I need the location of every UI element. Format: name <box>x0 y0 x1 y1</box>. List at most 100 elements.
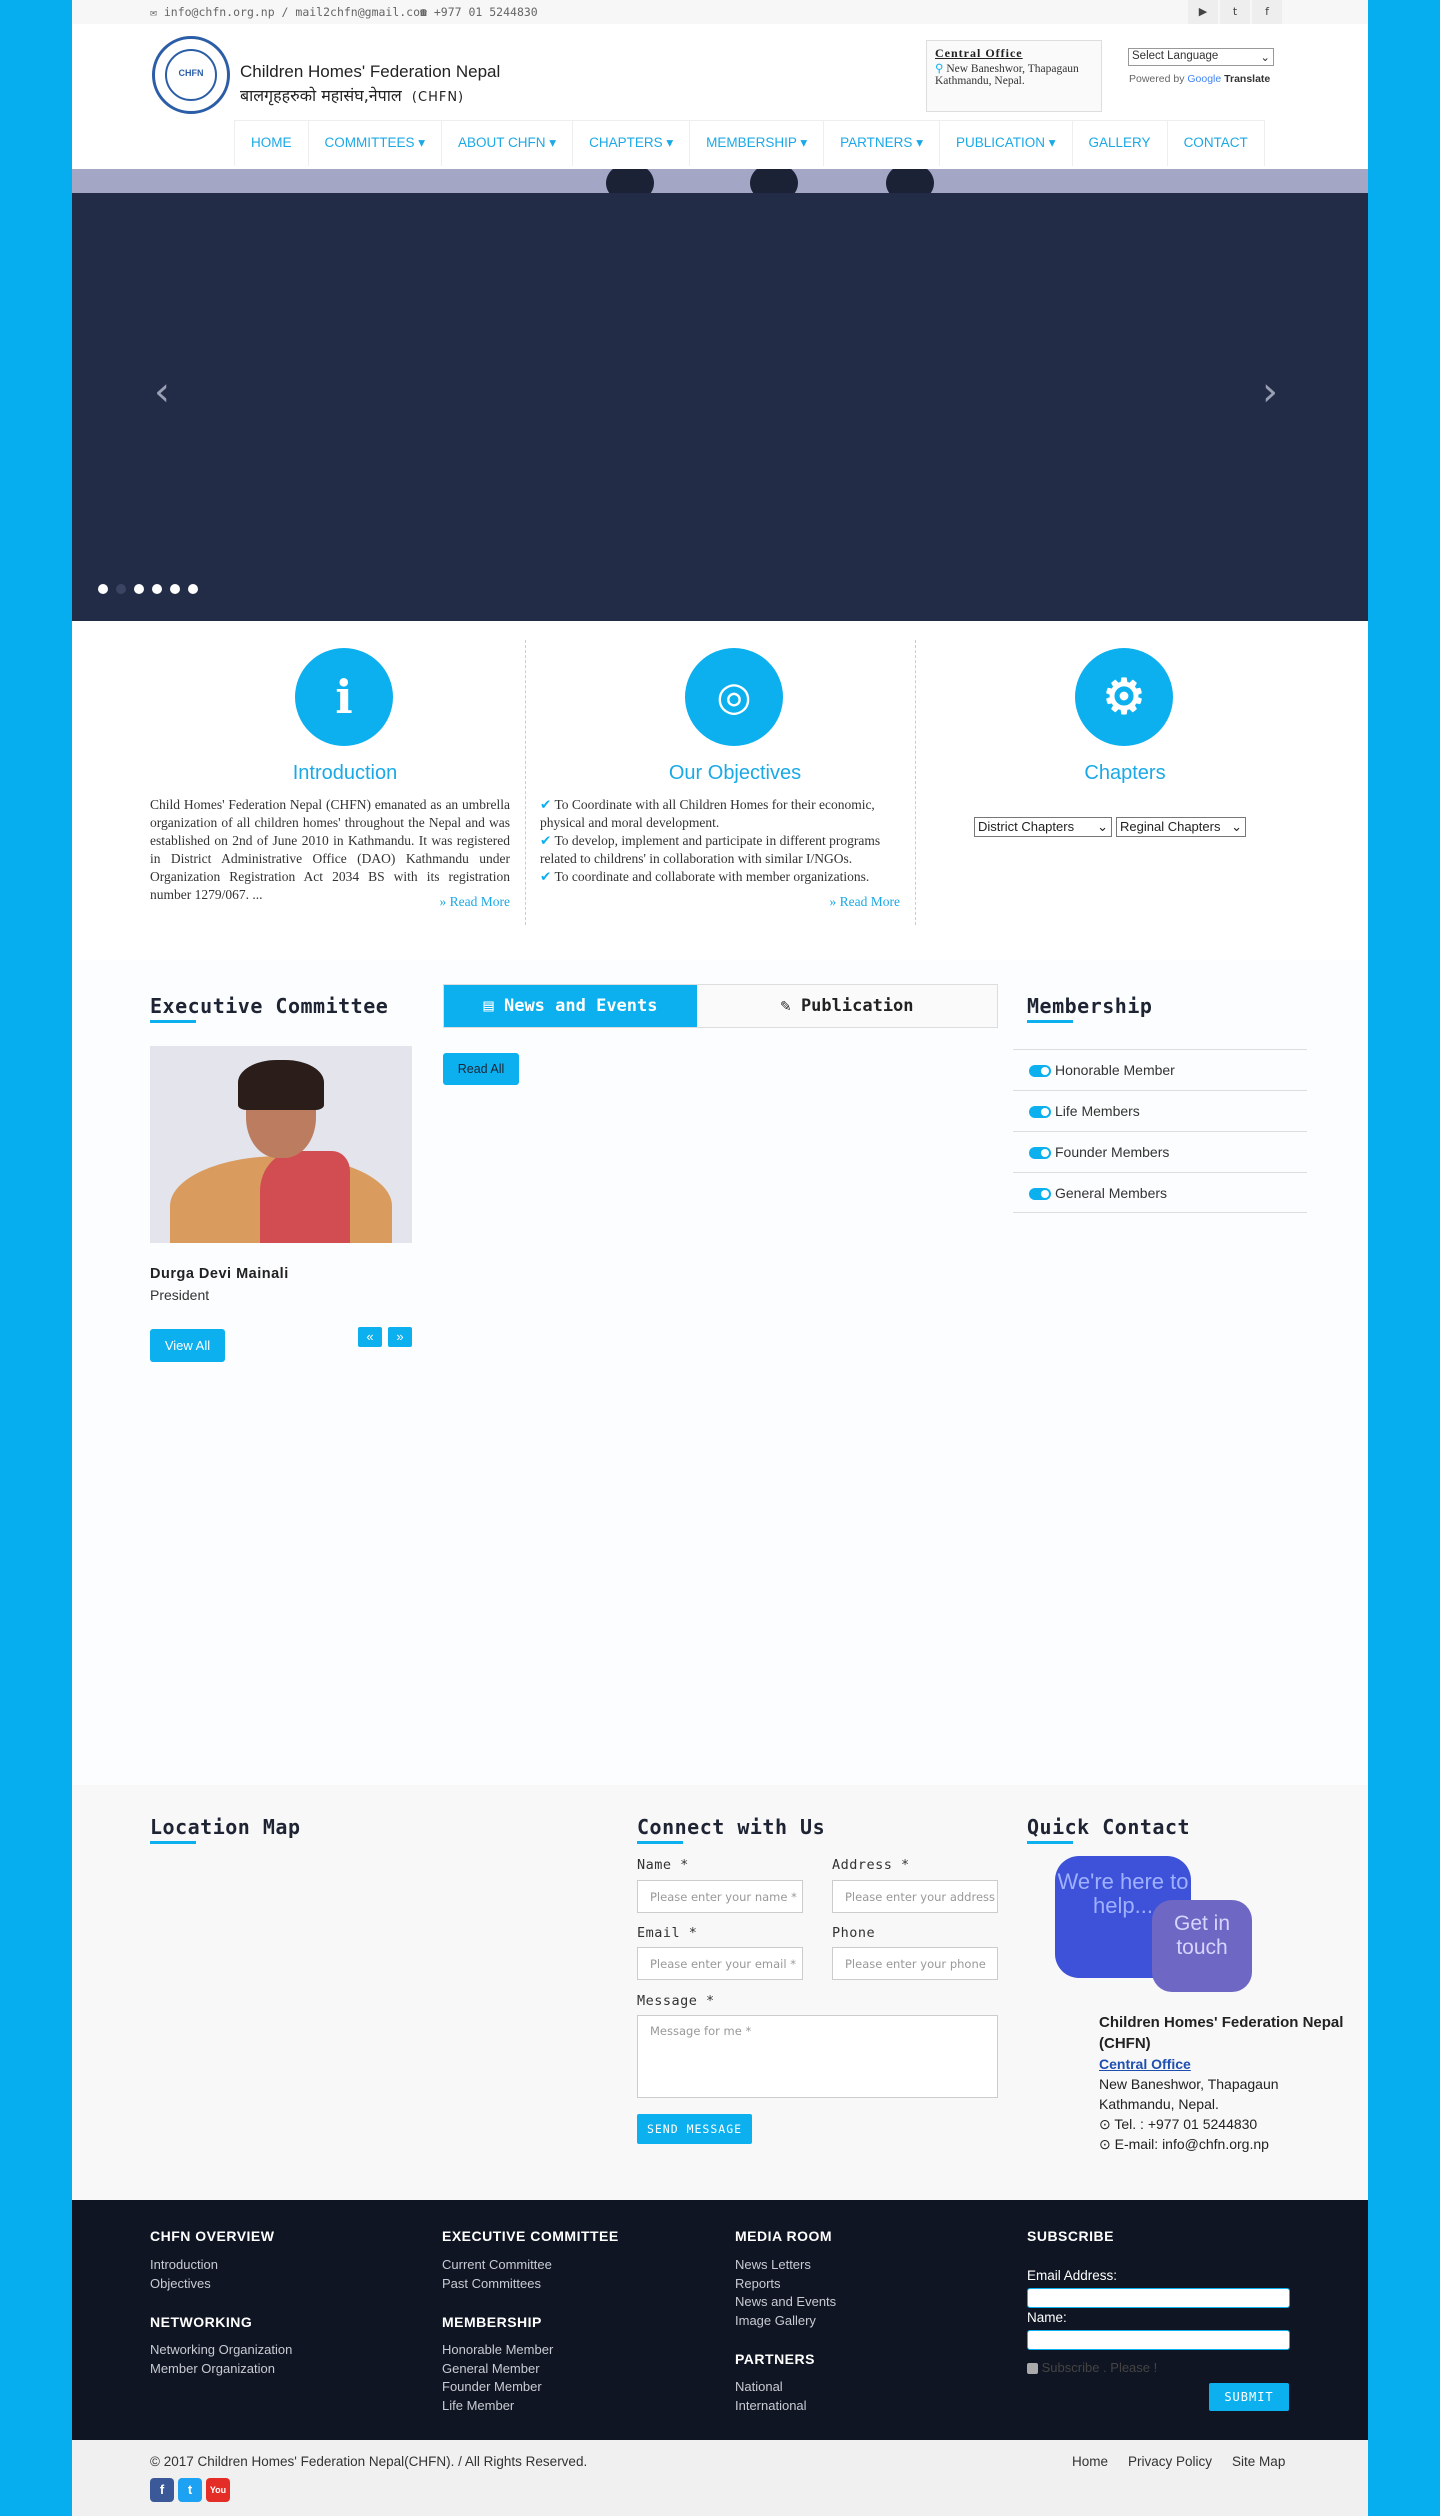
intro-feature: i Introduction Child Homes' Federation N… <box>150 640 540 925</box>
quick-contact-title: Quick Contact <box>1027 1815 1191 1844</box>
regional-chapters-select[interactable]: Reginal Chapters ⌄ <box>1116 817 1246 837</box>
top-phone: ☎ +977 01 5244830 <box>420 5 538 19</box>
intro-read-more[interactable]: » Read More <box>150 894 510 910</box>
footer-link[interactable]: News Letters <box>735 2256 836 2275</box>
language-select-label: Select Language <box>1132 50 1219 62</box>
slider-dot[interactable] <box>98 584 108 594</box>
footer-exec-title: EXECUTIVE COMMITTEE <box>442 2228 619 2244</box>
chapters-title: Chapters <box>1084 762 1166 784</box>
qc-email[interactable]: ⊙ E-mail: info@chfn.org.np <box>1099 2134 1369 2154</box>
name-input[interactable]: Please enter your name * <box>637 1880 803 1913</box>
footer-link[interactable]: Honorable Member <box>442 2341 553 2360</box>
slider-dot[interactable] <box>188 584 198 594</box>
slider-prev-arrow[interactable]: ‹ <box>154 369 170 415</box>
google-logo: Google <box>1187 73 1222 85</box>
intro-title: Introduction <box>292 762 398 784</box>
read-all-button[interactable]: Read All <box>443 1053 519 1085</box>
footer-link[interactable]: Founder Member <box>442 2378 553 2397</box>
nav-about[interactable]: ABOUT CHFN ▾ <box>442 121 574 166</box>
office-line2: Kathmandu, Nepal. <box>935 75 1025 87</box>
member-name: Durga Devi Mainali <box>150 1266 289 1282</box>
youtube-icon[interactable]: You <box>206 2478 230 2502</box>
top-email[interactable]: ✉ info@chfn.org.np / mail2chfn@gmail.com <box>150 5 427 19</box>
footer-link[interactable]: Objectives <box>150 2275 218 2294</box>
facebook-icon[interactable]: f <box>150 2478 174 2502</box>
email-input[interactable]: Please enter your email * <box>637 1947 803 1980</box>
address-input[interactable]: Please enter your address <box>832 1880 998 1913</box>
objectives-list: ✔ To Coordinate with all Children Homes … <box>540 796 900 886</box>
send-message-button[interactable]: SEND MESSAGE <box>637 2114 752 2144</box>
tab-news-events[interactable]: ▤ News and Events <box>444 985 697 1027</box>
twitter-icon[interactable]: t <box>178 2478 202 2502</box>
footer-link[interactable]: Past Committees <box>442 2275 552 2294</box>
phone-input[interactable]: Please enter your phone <box>832 1947 998 1980</box>
bottom-link-sitemap[interactable]: Site Map <box>1232 2454 1285 2469</box>
qc-tel-text: Tel. : +977 01 5244830 <box>1114 2116 1258 2132</box>
footer-link[interactable]: Current Committee <box>442 2256 552 2275</box>
slider-dot[interactable] <box>116 584 126 594</box>
subscribe-checkbox-row[interactable]: Subscribe . Please ! <box>1027 2359 1157 2378</box>
chevron-down-icon: ⌄ <box>1231 819 1242 834</box>
footer-link[interactable]: Networking Organization <box>150 2341 292 2360</box>
nav-committees[interactable]: COMMITTEES ▾ <box>309 121 443 166</box>
logo-name-en: Children Homes' Federation Nepal <box>240 62 501 81</box>
objectives-read-more[interactable]: » Read More <box>540 894 900 910</box>
bottom-link-home[interactable]: Home <box>1072 2454 1108 2469</box>
view-all-button[interactable]: View All <box>150 1329 225 1362</box>
slider-next-arrow[interactable]: › <box>1262 369 1278 415</box>
membership-item-life[interactable]: Life Members <box>1013 1090 1307 1131</box>
footer-overview-title: CHFN OVERVIEW <box>150 2228 275 2244</box>
office-line1-text: New Baneshwor, Thapagaun <box>946 63 1079 75</box>
membership-item-honorable[interactable]: Honorable Member <box>1013 1049 1307 1090</box>
news-tabs: ▤ News and Events ✎ Publication <box>443 984 998 1028</box>
objective-item: ✔ To develop, implement and participate … <box>540 832 900 868</box>
nav-gallery[interactable]: GALLERY <box>1073 121 1168 166</box>
footer-media-title: MEDIA ROOM <box>735 2228 833 2244</box>
objectives-feature: ◎ Our Objectives ✔ To Coordinate with al… <box>540 640 930 925</box>
footer-link[interactable]: News and Events <box>735 2293 836 2312</box>
slider-dot[interactable] <box>134 584 144 594</box>
district-chapters-select[interactable]: District Chapters ⌄ <box>974 817 1112 837</box>
bottom-link-privacy[interactable]: Privacy Policy <box>1128 2454 1212 2469</box>
check-circle-icon: ✔ <box>540 797 552 812</box>
footer-link[interactable]: National <box>735 2378 807 2397</box>
footer-link[interactable]: Reports <box>735 2275 836 2294</box>
membership-item-founder[interactable]: Founder Members <box>1013 1131 1307 1172</box>
carousel-prev-button[interactable]: « <box>358 1327 382 1347</box>
nav-contact[interactable]: CONTACT <box>1168 121 1265 166</box>
footer-link[interactable]: International <box>735 2397 807 2416</box>
subscribe-email-input[interactable] <box>1027 2288 1290 2308</box>
footer-link[interactable]: Life Member <box>442 2397 553 2416</box>
carousel-next-button[interactable]: » <box>388 1327 412 1347</box>
phone-label: Phone <box>832 1925 876 1941</box>
slider-dot[interactable] <box>170 584 180 594</box>
footer-link[interactable]: General Member <box>442 2360 553 2379</box>
subscribe-submit-button[interactable]: SUBMIT <box>1209 2383 1289 2411</box>
footer-link[interactable]: Introduction <box>150 2256 218 2275</box>
nav-publication[interactable]: PUBLICATION ▾ <box>940 121 1073 166</box>
tab-publication-label: Publication <box>800 996 914 1016</box>
youtube-icon[interactable]: ▶ <box>1188 0 1218 24</box>
membership-item-general[interactable]: General Members <box>1013 1172 1307 1213</box>
subscribe-name-input[interactable] <box>1027 2330 1290 2350</box>
facebook-icon[interactable]: f <box>1252 0 1282 24</box>
footer-link[interactable]: Image Gallery <box>735 2312 836 2331</box>
slider-dot[interactable] <box>152 584 162 594</box>
location-map-title: Location Map <box>150 1815 301 1844</box>
translate-link[interactable]: Translate <box>1224 73 1270 85</box>
envelope-icon: ⊙ <box>1099 2136 1115 2152</box>
nav-home[interactable]: HOME <box>234 121 309 166</box>
language-select[interactable]: Select Language ⌄ <box>1128 48 1274 66</box>
footer-link[interactable]: Member Organization <box>150 2360 292 2379</box>
logo-seal: CHFN <box>152 36 230 114</box>
checkbox-icon[interactable] <box>1027 2363 1038 2375</box>
objective-text: To coordinate and collaborate with membe… <box>554 869 870 884</box>
twitter-icon[interactable]: t <box>1220 0 1250 24</box>
nav-partners[interactable]: PARTNERS ▾ <box>824 121 940 166</box>
check-circle-icon: ✔ <box>540 833 552 848</box>
tab-publication[interactable]: ✎ Publication <box>697 985 997 1027</box>
nav-membership[interactable]: MEMBERSHIP ▾ <box>690 121 825 166</box>
nav-chapters[interactable]: CHAPTERS ▾ <box>573 121 691 166</box>
top-bar: ✉ info@chfn.org.np / mail2chfn@gmail.com… <box>72 0 1368 24</box>
message-textarea[interactable]: Message for me * <box>637 2015 998 2098</box>
